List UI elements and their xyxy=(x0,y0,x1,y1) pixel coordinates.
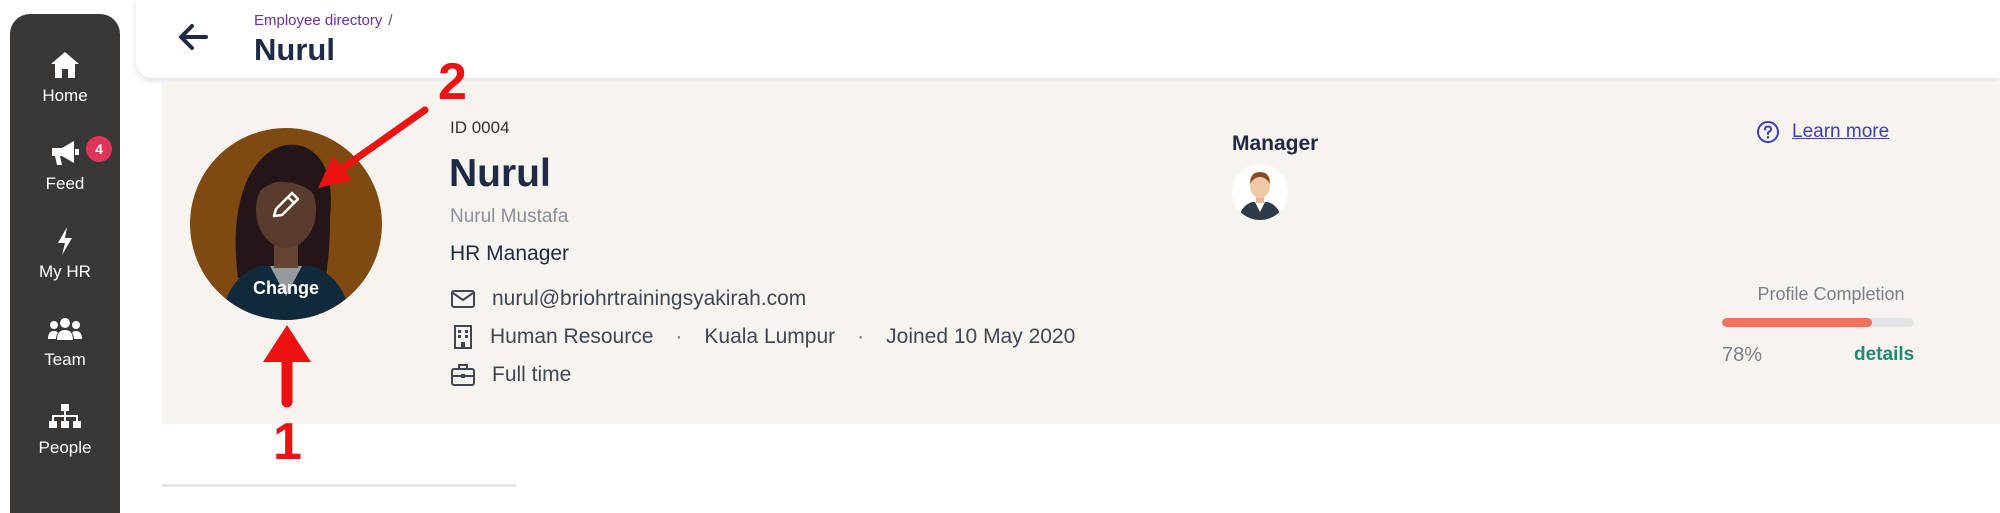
email-row: nurul@briohrtrainingsyakirah.com xyxy=(450,286,806,312)
back-arrow-icon[interactable] xyxy=(176,20,210,54)
sidebar-item-label: People xyxy=(38,438,92,457)
building-icon xyxy=(454,325,472,349)
help-circle-icon xyxy=(1757,121,1779,143)
lightning-icon xyxy=(58,227,72,255)
employee-department: Human Resource xyxy=(490,325,654,348)
manager-avatar[interactable] xyxy=(1232,164,1288,220)
sidebar-item-feed[interactable]: 4 Feed xyxy=(10,136,120,194)
sidebar-item-team[interactable]: Team xyxy=(10,314,120,370)
profile-completion-fill xyxy=(1722,318,1872,327)
sidebar-item-home[interactable]: Home xyxy=(10,50,120,106)
sidebar-item-my-hr[interactable]: My HR xyxy=(10,226,120,282)
sidebar-item-label: Team xyxy=(44,350,86,369)
learn-more-link[interactable]: Learn more xyxy=(1756,120,1889,144)
breadcrumb: Employee directory / xyxy=(254,12,393,29)
sidebar-item-label: Feed xyxy=(45,174,85,193)
employee-joined-date: Joined 10 May 2020 xyxy=(886,325,1076,348)
sidebar: Home 4 Feed My HR Team People xyxy=(10,14,120,513)
profile-card: Change ID 0004 Nurul Nurul Mustafa HR Ma… xyxy=(162,82,2000,424)
employee-email: nurul@briohrtrainingsyakirah.com xyxy=(492,287,807,310)
briefcase-icon xyxy=(451,364,475,386)
annotation-number-2: 2 xyxy=(438,53,467,111)
team-icon xyxy=(48,318,82,340)
mail-icon xyxy=(451,290,475,308)
separator-dot: · xyxy=(675,325,683,348)
employee-job-title: HR Manager xyxy=(450,242,570,265)
employment-type-row: Full time xyxy=(450,362,571,388)
manager-label: Manager xyxy=(1232,132,1319,155)
sidebar-item-people[interactable]: People xyxy=(10,402,120,458)
page-header: Employee directory / Nurul xyxy=(136,0,2000,78)
profile-completion-bar xyxy=(1722,318,1914,327)
page-title: Nurul xyxy=(254,32,335,67)
profile-completion-label: Profile Completion xyxy=(1757,284,1905,304)
learn-more-label: Learn more xyxy=(1792,121,1890,142)
employee-name: Nurul xyxy=(449,152,551,195)
tab-underline xyxy=(162,484,517,487)
breadcrumb-separator: / xyxy=(388,12,393,29)
employee-location: Kuala Lumpur xyxy=(704,325,836,348)
breadcrumb-link-employee-directory[interactable]: Employee directory xyxy=(254,12,382,29)
employee-full-name: Nurul Mustafa xyxy=(450,206,569,227)
person-avatar-icon xyxy=(1238,172,1282,220)
notification-badge: 4 xyxy=(86,136,112,162)
sidebar-item-label: My HR xyxy=(39,262,91,281)
employee-employment-type: Full time xyxy=(492,363,572,386)
sidebar-item-label: Home xyxy=(42,86,88,105)
department-row: Human Resource · Kuala Lumpur · Joined 1… xyxy=(450,324,1075,350)
profile-avatar[interactable]: Change xyxy=(190,128,382,320)
change-photo-label: Change xyxy=(252,278,319,298)
profile-completion-percent: 78% xyxy=(1722,344,1763,366)
completion-details-link[interactable]: details xyxy=(1854,344,1914,366)
separator-dot: · xyxy=(857,325,865,348)
annotation-number-1: 1 xyxy=(273,413,302,471)
employee-id: ID 0004 xyxy=(450,118,510,137)
megaphone-icon xyxy=(52,141,79,165)
org-chart-icon xyxy=(49,404,81,428)
home-icon xyxy=(51,52,79,78)
